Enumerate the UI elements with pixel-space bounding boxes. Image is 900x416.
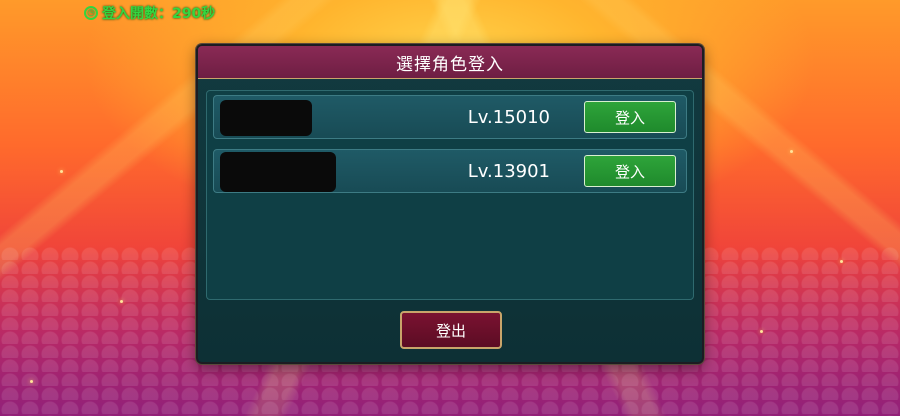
select-character-dialog: 選擇角色登入 Lv.15010 登入 Lv.13901 登入 登出: [196, 44, 704, 364]
login-button[interactable]: 登入: [584, 155, 676, 187]
sparkle: [790, 150, 793, 153]
sparkle: [30, 380, 33, 383]
login-count-indicator: ◷ 登入開數：290秒: [84, 3, 215, 23]
logout-button[interactable]: 登出: [400, 311, 502, 349]
sparkle: [840, 260, 843, 263]
character-list: Lv.15010 登入 Lv.13901 登入: [206, 90, 694, 300]
character-name-redacted: [220, 100, 312, 136]
game-screen: ◷ 登入開數：290秒 選擇角色登入 Lv.15010 登入 Lv.13901 …: [0, 0, 900, 416]
sparkle: [760, 330, 763, 333]
sparkle: [120, 300, 123, 303]
login-count-label: 登入開數：290秒: [102, 6, 216, 22]
character-level: Lv.15010: [467, 106, 550, 128]
character-row: Lv.13901 登入: [213, 149, 687, 193]
login-button[interactable]: 登入: [584, 101, 676, 133]
character-name-redacted: [220, 152, 336, 192]
character-row: Lv.15010 登入: [213, 95, 687, 139]
timer-icon: ◷: [84, 6, 98, 20]
character-level: Lv.13901: [467, 160, 550, 182]
sparkle: [60, 170, 63, 173]
dialog-title: 選擇角色登入: [198, 46, 702, 79]
